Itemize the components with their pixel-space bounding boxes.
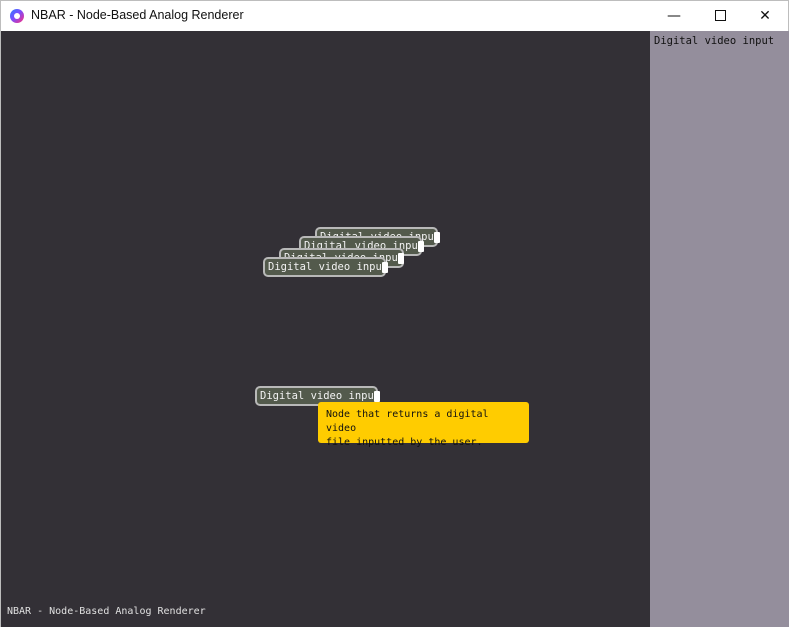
node-label: Digital video input <box>268 261 389 273</box>
maximize-button[interactable] <box>697 1 743 31</box>
node-digital-video-input[interactable]: Digital video input <box>263 257 389 277</box>
node-output-port[interactable] <box>398 253 404 264</box>
tooltip-line-1: Node that returns a digital video <box>326 409 489 434</box>
status-text: NBAR - Node-Based Analog Renderer <box>7 606 206 617</box>
node-output-port[interactable] <box>382 262 388 273</box>
minimize-icon: — <box>667 8 681 24</box>
window-title: NBAR - Node-Based Analog Renderer <box>31 8 244 22</box>
node-tooltip: Node that returns a digital video file i… <box>318 402 529 448</box>
node-library-item-digital-video-input[interactable]: Digital video input <box>654 35 774 47</box>
node-output-port[interactable] <box>434 232 440 243</box>
title-bar[interactable]: NBAR - Node-Based Analog Renderer — ✕ <box>1 1 788 31</box>
close-button[interactable]: ✕ <box>742 1 788 31</box>
minimize-button[interactable]: — <box>651 1 697 31</box>
node-output-port[interactable] <box>374 391 380 402</box>
node-library-panel: Digital video input <box>650 31 789 627</box>
app-logo-icon <box>10 9 24 23</box>
node-canvas[interactable]: Digital video input Digital video input … <box>1 31 650 627</box>
close-icon: ✕ <box>759 8 771 24</box>
tooltip-line-2: file inputted by the user. <box>326 437 483 448</box>
maximize-icon <box>714 9 726 21</box>
node-output-port[interactable] <box>418 241 424 252</box>
app-window: NBAR - Node-Based Analog Renderer — ✕ Di… <box>0 0 789 627</box>
